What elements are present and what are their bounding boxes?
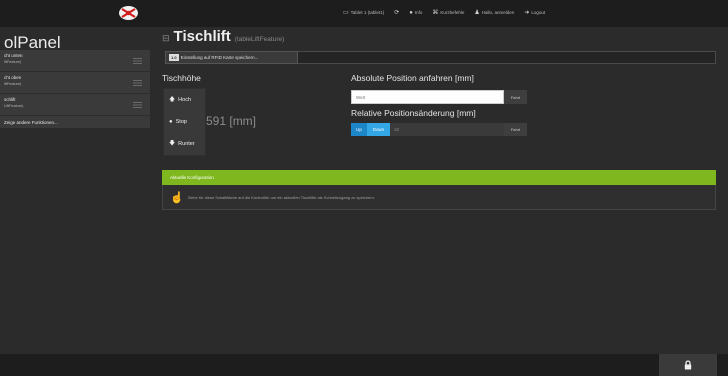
nav-tablet[interactable]: ▭ Tablet 1 (tablet1) bbox=[343, 9, 384, 16]
info-icon: ● bbox=[409, 9, 413, 16]
sidebar-item-sublabel: iftFeature) bbox=[4, 82, 22, 86]
lock-button[interactable] bbox=[659, 354, 717, 376]
nav-user-label: Hallo, anmelden bbox=[481, 10, 515, 15]
up-button[interactable]: 🡅 Hoch bbox=[164, 89, 205, 111]
sidebar-item-tisch-unten[interactable]: cht unten iftFeature) bbox=[0, 50, 150, 72]
show-more-functions-link[interactable]: Zeige andere Funktionen... bbox=[0, 116, 150, 129]
nav-refresh[interactable]: ⟳ bbox=[394, 9, 399, 16]
config-panel-text: Ziehe für diese Schaltfläche auf die Kon… bbox=[187, 194, 375, 200]
absolute-go-button[interactable]: Fahrt bbox=[504, 90, 527, 104]
collapse-icon[interactable]: ⊟ bbox=[162, 33, 170, 44]
footer-bar bbox=[0, 354, 728, 376]
save-to-rfid-label: Einstellung auf RFID Karte speichern... bbox=[180, 55, 259, 60]
drag-handle-icon[interactable] bbox=[133, 102, 142, 108]
save-to-rfid-button[interactable]: 1.0 Einstellung auf RFID Karte speichern… bbox=[165, 51, 298, 64]
sidebar-item-tischlift[interactable]: schlift LiftFeature) bbox=[0, 94, 150, 116]
config-panel-header: Aktuelle Konfiguration bbox=[162, 170, 716, 185]
arrow-down-icon: 🡇 bbox=[169, 141, 176, 147]
stop-icon: ● bbox=[169, 119, 173, 125]
down-button-label: Runter bbox=[178, 141, 195, 147]
top-navbar: ▭ Tablet 1 (tablet1) ⟳ ● Info ⌘ Kurzbefe… bbox=[0, 0, 728, 27]
nav-tablet-label: Tablet 1 (tablet1) bbox=[350, 10, 385, 15]
nav-user[interactable]: ♟ Hallo, anmelden bbox=[474, 9, 514, 16]
nav-shortcuts[interactable]: ⌘ Kurzbefehle bbox=[432, 9, 464, 16]
user-icon: ♟ bbox=[474, 10, 480, 16]
absolute-position-input[interactable] bbox=[351, 90, 504, 104]
height-button-group: 🡅 Hoch ● Stop 🡇 Runter bbox=[163, 88, 206, 156]
nav-info[interactable]: ● Info bbox=[409, 9, 422, 16]
page-subtitle: (tableLiftFeature) bbox=[234, 36, 285, 43]
down-button[interactable]: 🡇 Runter bbox=[164, 133, 205, 155]
relative-go-button[interactable]: Fahrt bbox=[504, 123, 527, 136]
up-button-label: Hoch bbox=[178, 97, 192, 103]
nav-logout[interactable]: ➜ Logout bbox=[524, 9, 545, 16]
relative-change-input[interactable]: 10 bbox=[390, 123, 504, 136]
card-badge-icon: 1.0 bbox=[169, 54, 179, 61]
drag-handle-icon[interactable] bbox=[133, 80, 142, 86]
monitor-icon: ▭ bbox=[343, 10, 349, 16]
sidebar-item-label: cht oben bbox=[4, 75, 22, 80]
absolute-position-heading: Absolute Position anfahren [mm] bbox=[351, 73, 474, 83]
nav-shortcuts-label: Kurzbefehle bbox=[440, 10, 465, 15]
show-more-label: Zeige andere Funktionen... bbox=[4, 120, 58, 125]
brand-logo-icon[interactable] bbox=[118, 5, 139, 21]
sidebar-item-sublabel: LiftFeature) bbox=[4, 104, 24, 108]
top-nav-menu: ▭ Tablet 1 (tablet1) ⟳ ● Info ⌘ Kurzbefe… bbox=[343, 9, 545, 17]
relative-change-heading: Relative Positionsänderung [mm] bbox=[351, 108, 476, 118]
relative-down-button[interactable]: Down bbox=[367, 123, 390, 136]
sidebar-item-sublabel: iftFeature) bbox=[4, 60, 22, 64]
lock-icon bbox=[684, 360, 692, 370]
stop-button[interactable]: ● Stop bbox=[164, 111, 205, 133]
sidebar: cht unten iftFeature) cht oben iftFeatur… bbox=[0, 50, 150, 129]
hand-pointer-icon[interactable]: ☝ bbox=[170, 191, 184, 204]
relative-up-button[interactable]: Up bbox=[351, 123, 367, 136]
refresh-icon: ⟳ bbox=[394, 10, 400, 16]
sidebar-item-label: cht unten bbox=[4, 53, 23, 58]
sidebar-item-label: schlift bbox=[4, 97, 16, 102]
drag-handle-icon[interactable] bbox=[133, 58, 142, 64]
page-title-text: Tischlift bbox=[173, 28, 231, 45]
stop-button-label: Stop bbox=[175, 119, 187, 125]
arrow-up-icon: 🡅 bbox=[169, 97, 176, 103]
config-panel-body: ☝ Ziehe für diese Schaltfläche auf die K… bbox=[162, 185, 716, 210]
page-title: ⊟ Tischlift (tableLiftFeature) bbox=[162, 28, 284, 45]
toolbar-strip bbox=[298, 51, 716, 64]
shortcuts-icon: ⌘ bbox=[432, 10, 439, 16]
nav-info-label: Info bbox=[414, 10, 423, 15]
sidebar-item-tisch-oben[interactable]: cht oben iftFeature) bbox=[0, 72, 150, 94]
height-heading: Tischhöhe bbox=[162, 73, 201, 83]
logout-icon: ➜ bbox=[524, 10, 530, 16]
nav-logout-label: Logout bbox=[531, 10, 546, 15]
current-height-value: 591 [mm] bbox=[206, 114, 257, 128]
